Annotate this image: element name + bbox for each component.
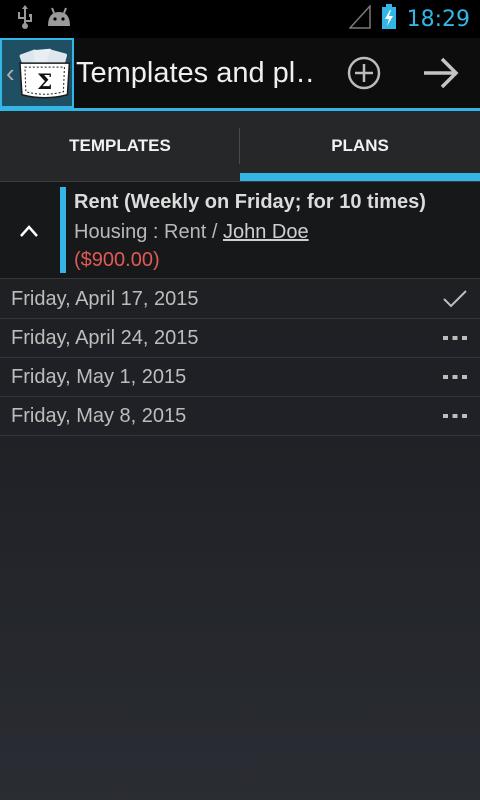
tab-plans-label: PLANS [331, 136, 389, 155]
collapse-button[interactable] [0, 182, 58, 279]
plan-title: Rent (Weekly on Friday; for 10 times) [74, 191, 426, 213]
plan-accent-bar [60, 187, 66, 273]
sigma-wallet-icon: Σ [18, 48, 70, 99]
tab-bar: TEMPLATES PLANS [0, 111, 480, 182]
android-debug-icon [46, 6, 72, 33]
tab-plans[interactable]: PLANS [240, 111, 480, 181]
plan-category: Housing : Rent / [74, 221, 223, 243]
action-bar: ‹ Σ Templates and pl… [0, 38, 480, 111]
chevron-up-icon [20, 224, 38, 237]
tab-templates-label: TEMPLATES [69, 136, 171, 155]
add-icon [347, 56, 381, 90]
forward-button[interactable] [403, 38, 480, 108]
status-bar: 18:29 [0, 0, 480, 38]
plan-details: Rent (Weekly on Friday; for 10 times) Ho… [74, 191, 426, 272]
up-navigation-button[interactable]: ‹ Σ [0, 38, 74, 108]
plan-header[interactable]: Rent (Weekly on Friday; for 10 times) Ho… [0, 182, 480, 279]
plan-instance-list: Friday, April 17, 2015 Friday, April 24,… [0, 280, 480, 436]
chevron-left-icon: ‹ [6, 58, 15, 88]
plan-category-line: Housing : Rent / John Doe [74, 221, 426, 247]
more-dots-icon[interactable] [440, 413, 470, 419]
plan-amount: ($900.00) [74, 249, 160, 271]
instance-date: Friday, April 24, 2015 [11, 326, 199, 349]
battery-charging-icon [381, 3, 397, 35]
instance-date: Friday, April 17, 2015 [11, 287, 199, 310]
signal-icon [347, 3, 371, 34]
status-time: 18:29 [406, 6, 470, 32]
arrow-right-icon [424, 57, 459, 89]
instance-date: Friday, May 1, 2015 [11, 365, 187, 388]
svg-text:Σ: Σ [37, 70, 52, 95]
usb-icon [16, 4, 34, 34]
more-dots-icon[interactable] [440, 374, 470, 380]
add-button[interactable] [325, 38, 402, 108]
page-title: Templates and pl… [76, 56, 318, 89]
instance-date: Friday, May 8, 2015 [11, 404, 187, 427]
list-item[interactable]: Friday, April 24, 2015 [0, 319, 480, 358]
list-item[interactable]: Friday, May 1, 2015 [0, 358, 480, 397]
list-item[interactable]: Friday, May 8, 2015 [0, 397, 480, 436]
more-dots-icon[interactable] [440, 335, 470, 341]
checkmark-icon [440, 289, 470, 309]
list-item[interactable]: Friday, April 17, 2015 [0, 280, 480, 319]
plan-payee: John Doe [222, 221, 309, 243]
tab-templates[interactable]: TEMPLATES [0, 111, 240, 181]
